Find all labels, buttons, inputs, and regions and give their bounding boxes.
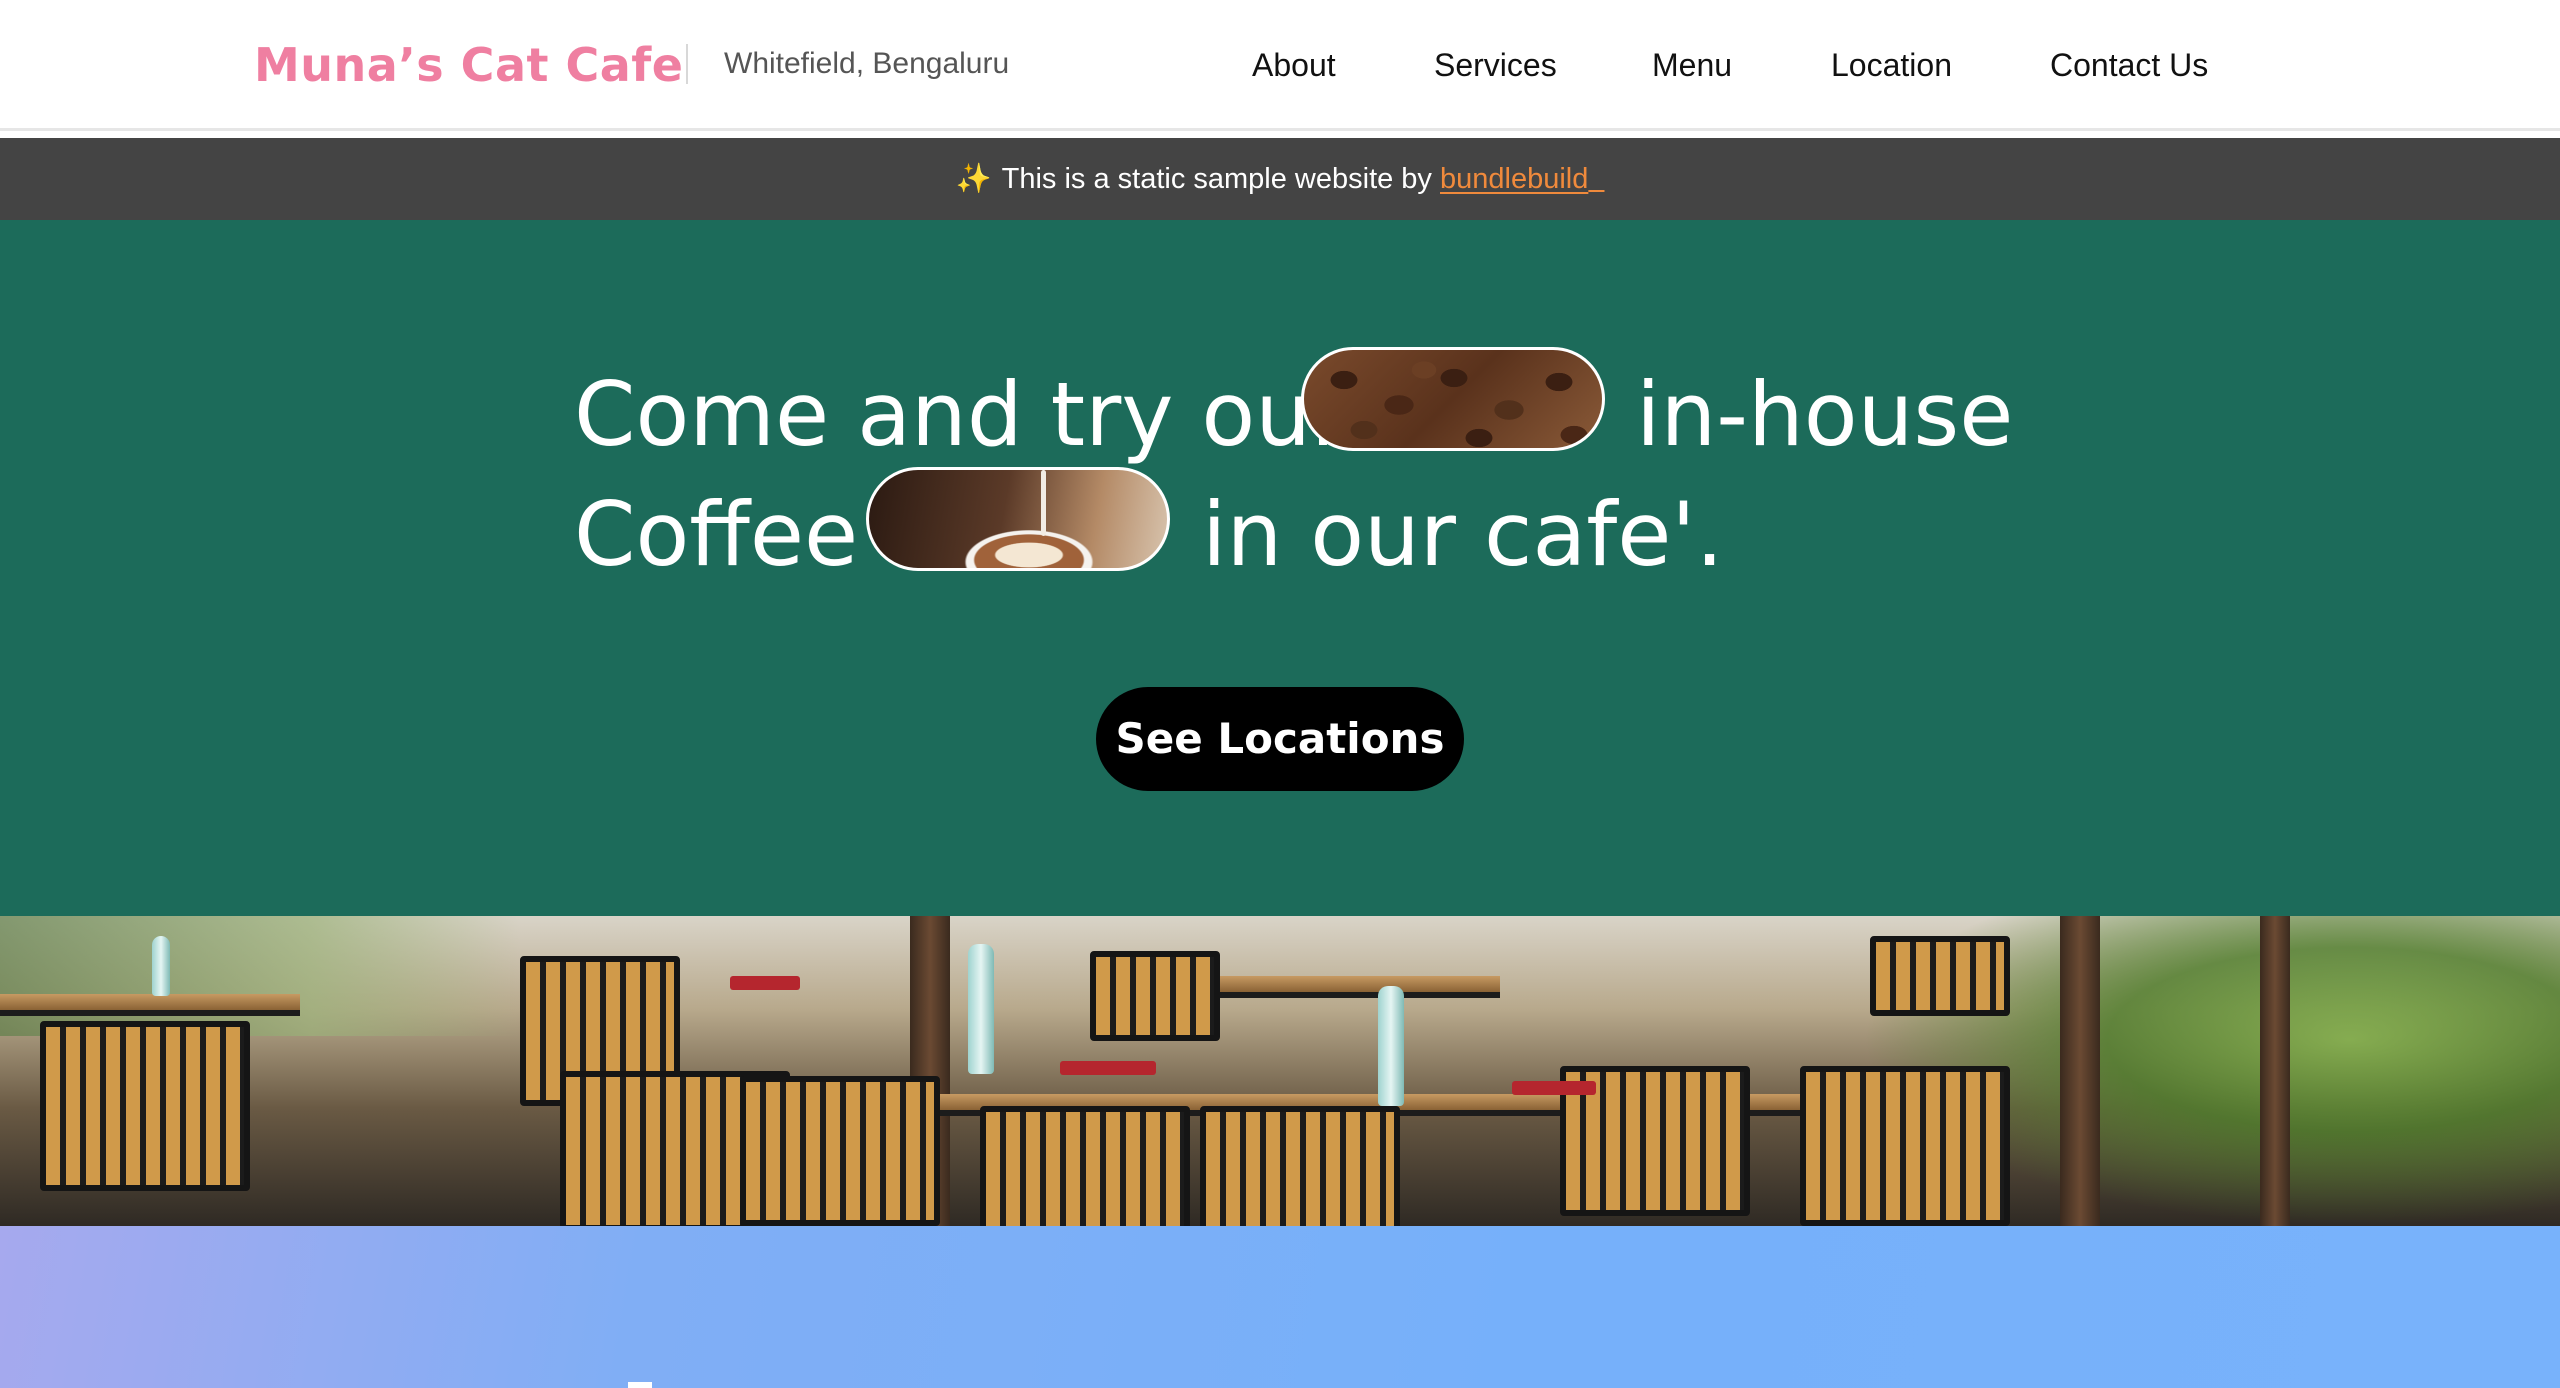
sparkles-icon: ✨ — [955, 163, 992, 195]
photo-water-bottle — [152, 936, 170, 996]
photo-chair — [40, 1021, 250, 1191]
photo-chair — [980, 1106, 1190, 1226]
coffee-beans-image — [1301, 347, 1605, 451]
nav-contact-us[interactable]: Contact Us — [2050, 40, 2208, 90]
photo-chair — [1800, 1066, 2010, 1226]
latte-art-image — [866, 467, 1170, 571]
nav-services[interactable]: Services — [1434, 40, 1557, 90]
photo-chair — [740, 1076, 940, 1226]
bundlebuild-link[interactable]: bundlebuild — [1440, 163, 1588, 195]
headline-line-1: Come and try our — [574, 355, 1347, 475]
section-mark — [628, 1382, 652, 1388]
headline-part-2: in-house — [1636, 363, 2014, 466]
photo-table — [0, 994, 300, 1016]
photo-tree-trunk — [2260, 916, 2290, 1226]
headline-part-3: Coffee — [574, 483, 859, 586]
main-nav: About Services Menu Location Contact Us — [0, 40, 2560, 90]
site-header: Muna’s Cat Cafe Whitefield, Bengaluru Ab… — [0, 0, 2560, 131]
photo-foliage-left — [0, 916, 520, 1036]
headline-part-4: in our cafe'. — [1202, 483, 1724, 586]
cafe-interior-photo — [0, 916, 2560, 1226]
nav-menu[interactable]: Menu — [1652, 40, 1732, 90]
nav-location[interactable]: Location — [1831, 40, 1952, 90]
photo-chair — [1090, 951, 1220, 1041]
banner-text: This is a static sample website by — [1001, 163, 1432, 195]
photo-water-bottle — [968, 944, 994, 1074]
next-section — [0, 1226, 2560, 1388]
photo-water-bottle — [1378, 986, 1404, 1106]
photo-napkin — [1512, 1081, 1596, 1095]
photo-chair — [1870, 936, 2010, 1016]
nav-about[interactable]: About — [1252, 40, 1336, 90]
headline-part-1: Come and try our — [574, 363, 1348, 466]
sample-site-banner: ✨ This is a static sample website by bund… — [0, 138, 2560, 220]
see-locations-button[interactable]: See Locations — [1096, 687, 1464, 791]
photo-napkin — [1060, 1061, 1156, 1075]
photo-napkin — [730, 976, 800, 990]
photo-pillar — [2060, 916, 2100, 1226]
link-underline-trail — [1588, 163, 1604, 195]
photo-chair — [1200, 1106, 1400, 1226]
hero-section: Come and try our in-house Coffee in our … — [0, 220, 2560, 916]
